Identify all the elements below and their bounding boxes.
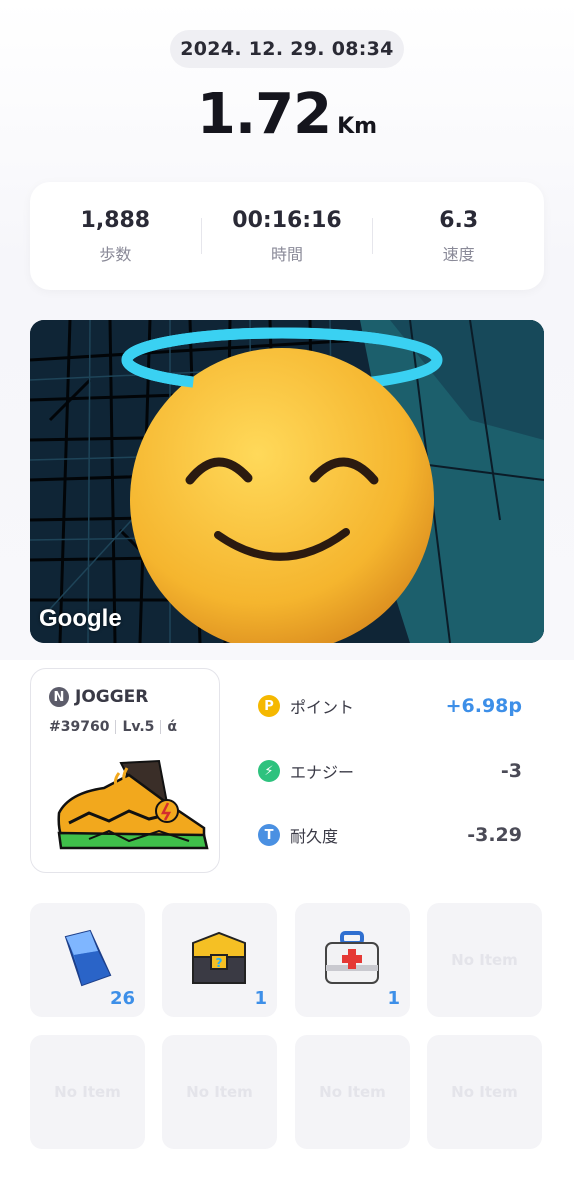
empty-slot-label: No Item <box>186 1083 253 1101</box>
activity-datetime: 2024. 12. 29. 08:34 <box>170 30 404 68</box>
reward-durability-label: 耐久度 <box>290 827 339 846</box>
stat-time-label: 時間 <box>271 244 304 264</box>
sneaker-id: #39760 <box>49 719 110 735</box>
stat-steps: 1,888 歩数 <box>30 208 201 265</box>
mystery-box-icon: ? <box>192 931 246 984</box>
google-attribution: Google <box>39 605 122 632</box>
empty-slot-label: No Item <box>451 951 518 969</box>
distance-unit: Km <box>337 114 378 139</box>
item-slot-empty[interactable]: No Item <box>295 1035 410 1149</box>
empty-slot-label: No Item <box>54 1083 121 1101</box>
reward-energy-row: ⚡ エナジー -3 <box>258 755 522 787</box>
reward-durability-amount: -3.29 <box>467 824 522 846</box>
stats-card: 1,888 歩数 00:16:16 時間 6.3 速度 <box>30 182 544 290</box>
item-count: 26 <box>109 988 135 1009</box>
item-slot-empty[interactable]: No Item <box>30 1035 145 1149</box>
sneaker-level: Lv.5 <box>122 719 155 735</box>
blue-gem-icon <box>64 929 112 987</box>
sneaker-type-label: JOGGER <box>75 687 149 707</box>
stat-steps-label: 歩数 <box>99 244 132 264</box>
empty-slot-label: No Item <box>451 1083 518 1101</box>
stat-time-value: 00:16:16 <box>232 207 342 233</box>
empty-slot-label: No Item <box>319 1083 386 1101</box>
item-slot-first-aid[interactable]: 1 <box>295 903 410 1017</box>
point-coin-icon: P <box>258 695 280 717</box>
stat-speed: 6.3 速度 <box>373 208 544 265</box>
first-aid-kit-icon <box>325 931 379 984</box>
item-count: 1 <box>387 988 400 1009</box>
smiling-face-with-halo-icon <box>121 327 443 643</box>
sneaker-extra: ά <box>167 719 178 735</box>
distance-display: 1.72 Km <box>0 82 574 147</box>
reward-energy-amount: -3 <box>500 760 522 782</box>
energy-icon: ⚡ <box>258 760 280 782</box>
reward-points-row: P ポイント +6.98p <box>258 690 522 722</box>
sneaker-card[interactable]: N JOGGER #39760 Lv.5 ά <box>30 668 220 873</box>
sneaker-meta: #39760 Lv.5 ά <box>49 719 177 735</box>
distance-value: 1.72 <box>196 82 332 147</box>
reward-durability-row: T 耐久度 -3.29 <box>258 819 522 851</box>
reward-points-label: ポイント <box>290 698 355 717</box>
item-slot-empty[interactable]: No Item <box>427 903 542 1017</box>
meta-divider <box>160 720 162 734</box>
item-slot-empty[interactable]: No Item <box>162 1035 277 1149</box>
item-slot-empty[interactable]: No Item <box>427 1035 542 1149</box>
sneaker-icon <box>57 759 209 850</box>
sneaker-rarity-badge: N <box>49 687 69 707</box>
item-count: 1 <box>254 988 267 1009</box>
svg-text:?: ? <box>216 956 223 970</box>
item-slot-gem[interactable]: 26 <box>30 903 145 1017</box>
stat-time: 00:16:16 時間 <box>202 208 373 265</box>
sneaker-type: N JOGGER <box>49 687 148 707</box>
stat-steps-value: 1,888 <box>80 207 151 233</box>
reward-energy-label: エナジー <box>290 763 355 782</box>
stat-speed-value: 6.3 <box>439 207 479 233</box>
meta-divider <box>115 720 117 734</box>
stat-speed-label: 速度 <box>442 244 475 264</box>
durability-icon: T <box>258 824 280 846</box>
item-slot-mystery-box[interactable]: ? 1 <box>162 903 277 1017</box>
route-map[interactable]: Google <box>30 320 544 643</box>
reward-points-amount: +6.98p <box>445 695 522 717</box>
